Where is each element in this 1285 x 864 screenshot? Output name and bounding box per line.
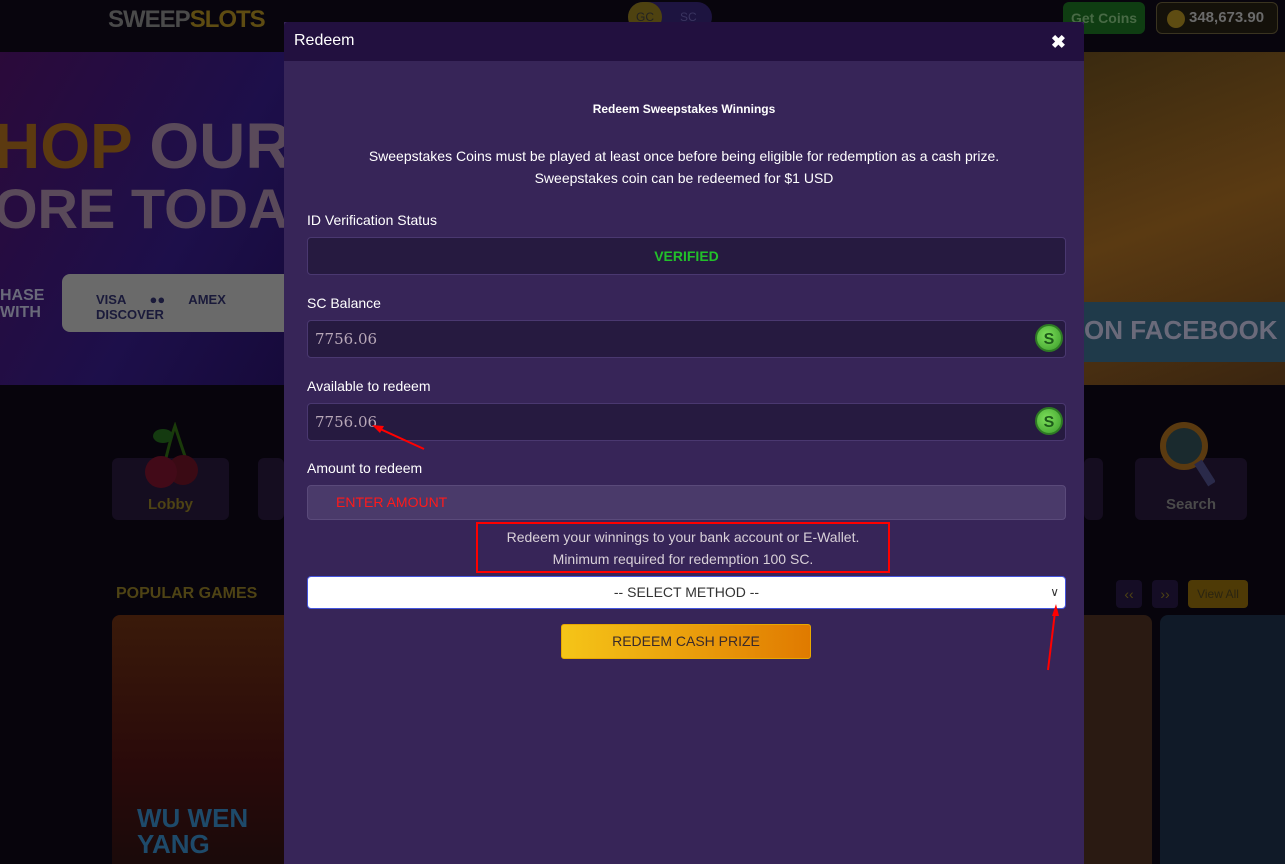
category-label: Search <box>1165 496 1217 513</box>
sc-balance-value: 7756.06 <box>315 330 378 348</box>
id-status-label: ID Verification Status <box>307 212 437 228</box>
section-title: POPULAR GAMES <box>116 585 258 602</box>
method-select-value: -- SELECT METHOD -- <box>613 584 760 600</box>
cherry-icon <box>145 422 198 488</box>
info-line: Redeem your winnings to your bank accoun… <box>506 529 860 545</box>
modal-header: Redeem ✖ <box>284 22 1084 61</box>
description-line: Sweepstakes Coins must be played at leas… <box>368 148 1000 164</box>
banner-purchase-text: HASE WITH <box>0 287 45 321</box>
game-card[interactable] <box>1160 615 1285 864</box>
sc-balance-label: SC Balance <box>307 295 381 311</box>
amount-label: Amount to redeem <box>307 460 423 476</box>
logo[interactable]: SWEEPSLOTS <box>108 6 266 34</box>
prev-button[interactable]: ‹‹ <box>1116 580 1142 608</box>
modal-title: Redeem <box>294 32 355 49</box>
redemption-info: Redeem your winnings to your bank accoun… <box>476 522 890 573</box>
amount-input[interactable]: ENTER AMOUNT <box>307 485 1066 520</box>
coin-balance[interactable]: 348,673.90 <box>1156 2 1278 34</box>
banner-headline: HOP OUR <box>0 110 292 182</box>
magnifier-icon <box>1160 422 1215 487</box>
payment-cards: VISA ●● AMEX DISCOVER <box>62 274 292 332</box>
category-item[interactable] <box>1084 458 1103 520</box>
sc-coin-icon: S <box>1035 324 1063 352</box>
category-label: Lobby <box>148 496 193 513</box>
game-card[interactable]: WU WEN YANG <box>112 615 284 864</box>
method-select[interactable]: -- SELECT METHOD -- ∨ <box>307 576 1066 609</box>
info-line: Minimum required for redemption 100 SC. <box>552 551 814 567</box>
view-all-button[interactable]: View All <box>1188 580 1248 608</box>
balance-value: 348,673.90 <box>1189 9 1265 26</box>
description-line: Sweepstakes coin can be redeemed for $1 … <box>534 170 834 186</box>
sc-balance-field: 7756.06 S <box>307 320 1066 358</box>
facebook-banner-text: ON FACEBOOK <box>1084 302 1285 362</box>
banner-headline-2: ORE TODAY <box>0 177 321 240</box>
promo-banner-right[interactable]: ON FACEBOOK <box>1084 52 1285 385</box>
redeem-modal: Redeem ✖ Redeem Sweepstakes Winnings Swe… <box>284 22 1084 864</box>
sc-coin-icon: S <box>1035 407 1063 435</box>
available-field: 7756.06 S <box>307 403 1066 441</box>
modal-description: Sweepstakes Coins must be played at leas… <box>284 145 1084 189</box>
chevron-down-icon: ∨ <box>1050 585 1059 599</box>
id-status-value: VERIFIED <box>307 237 1066 275</box>
next-button[interactable]: ›› <box>1152 580 1178 608</box>
redeem-cash-prize-button[interactable]: REDEEM CASH PRIZE <box>561 624 811 659</box>
promo-banner-left[interactable]: HOP OUR ORE TODAY HASE WITH VISA ●● AMEX… <box>0 52 321 385</box>
game-title: WU WEN YANG <box>137 803 249 859</box>
category-item[interactable] <box>258 458 284 520</box>
coin-icon <box>1167 10 1185 28</box>
available-value: 7756.06 <box>315 413 378 431</box>
game-card[interactable] <box>1084 615 1152 864</box>
close-icon[interactable]: ✖ <box>1051 32 1066 53</box>
modal-subtitle: Redeem Sweepstakes Winnings <box>592 102 776 116</box>
available-label: Available to redeem <box>307 378 431 394</box>
